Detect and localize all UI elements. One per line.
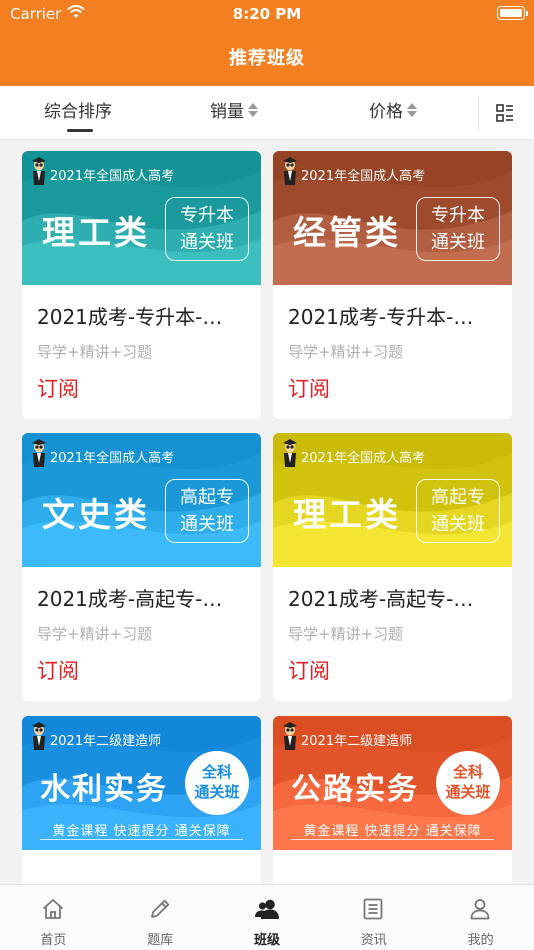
tab-profile[interactable]: 我的	[427, 885, 534, 950]
package-label-line: 全科	[201, 763, 232, 781]
course-banner: 2021年全国成人高考 理工类 专升本 通关班	[22, 151, 261, 285]
package-label-line: 通关班	[180, 232, 234, 253]
package-label-line: 通关班	[445, 783, 491, 801]
sort-comprehensive-tab[interactable]: 综合排序	[44, 86, 112, 140]
sort-comprehensive-label: 综合排序	[44, 102, 112, 122]
subscribe-button[interactable]: 订阅	[288, 373, 330, 403]
course-title: 2021成考-高起专-…	[288, 587, 474, 611]
course-card[interactable]: 2021年二级建造师 水利实务 全科 通关班 黄金课程 快速提分 通关保障	[22, 716, 261, 884]
mascot-icon	[283, 439, 297, 467]
package-label-line: 高起专	[431, 487, 485, 508]
course-tagline: 2021年全国成人高考	[301, 451, 426, 466]
course-card[interactable]: 2021年全国成人高考 理工类 高起专 通关班 2021成考-高起专-… 导学+精讲+习题…	[273, 433, 512, 701]
package-label-line: 全科	[452, 763, 483, 781]
course-tagline: 2021年二级建造师	[50, 734, 162, 749]
course-banner: 2021年全国成人高考 经管类 专升本 通关班	[273, 151, 512, 285]
tab-bar: 首页 题库 班级 资讯 我的	[0, 884, 534, 950]
package-label-line: 通关班	[194, 783, 240, 801]
banner-title: 经管类	[293, 213, 401, 252]
course-tagline: 2021年全国成人高考	[301, 169, 426, 184]
mascot-icon	[32, 439, 46, 467]
news-icon	[363, 898, 383, 920]
slogan-underline	[291, 839, 494, 840]
banner-title: 理工类	[42, 213, 150, 252]
package-label-line: 专升本	[431, 205, 485, 226]
course-card[interactable]: 2021年全国成人高考 理工类 专升本 通关班 2021成考-专升本-… 导学+精讲+习题…	[22, 151, 261, 419]
course-title: 2021成考-专升本-…	[37, 305, 223, 329]
package-label-line: 通关班	[180, 514, 234, 535]
sort-price-tab[interactable]: 价格	[369, 86, 417, 140]
course-grid: 2021年全国成人高考 理工类 专升本 通关班 2021成考-专升本-… 导学+精讲+习题…	[0, 141, 534, 884]
sort-sales-label: 销量	[210, 102, 244, 122]
course-card[interactable]: 2021年全国成人高考 经管类 专升本 通关班 2021成考-专升本-… 导学+精讲+习题…	[273, 151, 512, 419]
mascot-icon	[32, 722, 46, 750]
course-card[interactable]: 2021年二级建造师 公路实务 全科 通关班 黄金课程 快速提分 通关保障	[273, 716, 512, 884]
package-label-line: 通关班	[431, 514, 485, 535]
tab-question-bank[interactable]: 题库	[107, 885, 214, 950]
home-icon	[42, 899, 64, 919]
sort-arrows-icon	[407, 103, 417, 117]
status-time: 8:20 PM	[232, 5, 302, 23]
sort-sales-tab[interactable]: 销量	[210, 86, 258, 140]
subscribe-button[interactable]: 订阅	[37, 655, 79, 685]
mascot-icon	[283, 157, 297, 185]
course-title: 2021成考-高起专-…	[37, 587, 223, 611]
course-banner: 2021年全国成人高考 理工类 高起专 通关班	[273, 433, 512, 567]
package-label: 全科 通关班	[185, 751, 249, 815]
course-tagline: 2021年二级建造师	[301, 734, 413, 749]
profile-icon	[470, 899, 490, 920]
tab-class-label: 班级	[253, 933, 280, 948]
banner-title: 公路实务	[291, 772, 419, 807]
course-card[interactable]: 2021年全国成人高考 文史类 高起专 通关班 2021成考-高起专-… 导学+精讲+习题…	[22, 433, 261, 701]
course-subtitle: 导学+精讲+习题	[288, 625, 404, 643]
nav-header: Carrier 8:20 PM 推荐班级	[0, 0, 534, 86]
course-banner: 2021年二级建造师 水利实务 全科 通关班 黄金课程 快速提分 通关保障	[22, 716, 261, 850]
tab-question-bank-label: 题库	[147, 933, 174, 948]
divider	[478, 96, 479, 130]
banner-slogan: 黄金课程 快速提分 通关保障	[52, 824, 231, 839]
course-tagline: 2021年全国成人高考	[50, 169, 175, 184]
tab-class[interactable]: 班级	[214, 885, 321, 950]
banner-title: 水利实务	[40, 772, 168, 807]
package-label-line: 专升本	[180, 205, 234, 226]
mascot-icon	[283, 722, 297, 750]
course-subtitle: 导学+精讲+习题	[288, 343, 404, 361]
tab-profile-label: 我的	[467, 933, 494, 948]
course-subtitle: 导学+精讲+习题	[37, 625, 153, 643]
package-label-line: 高起专	[180, 487, 234, 508]
status-bar: Carrier 8:20 PM	[0, 0, 534, 28]
pencil-icon	[150, 899, 169, 918]
tab-home-label: 首页	[40, 933, 67, 948]
class-icon	[254, 899, 279, 919]
course-tagline: 2021年全国成人高考	[50, 451, 175, 466]
course-title: 2021成考-专升本-…	[288, 305, 474, 329]
tab-news[interactable]: 资讯	[320, 885, 427, 950]
battery-icon	[497, 6, 528, 20]
package-label-line: 通关班	[431, 232, 485, 253]
course-banner: 2021年全国成人高考 文史类 高起专 通关班	[22, 433, 261, 567]
banner-title: 理工类	[293, 495, 401, 534]
sort-bar: 综合排序 销量 价格	[0, 86, 534, 140]
package-label: 高起专 通关班	[416, 479, 500, 543]
page-title: 推荐班级	[229, 48, 305, 69]
mascot-icon	[32, 157, 46, 185]
sort-price-label: 价格	[369, 102, 403, 122]
package-label: 专升本 通关班	[416, 197, 500, 261]
package-label: 全科 通关班	[436, 751, 500, 815]
banner-slogan: 黄金课程 快速提分 通关保障	[303, 824, 482, 839]
sort-arrows-icon	[248, 103, 258, 117]
package-label: 高起专 通关班	[165, 479, 249, 543]
course-subtitle: 导学+精讲+习题	[37, 343, 153, 361]
course-banner: 2021年二级建造师 公路实务 全科 通关班 黄金课程 快速提分 通关保障	[273, 716, 512, 850]
tab-home[interactable]: 首页	[0, 885, 107, 950]
subscribe-button[interactable]: 订阅	[37, 373, 79, 403]
package-label: 专升本 通关班	[165, 197, 249, 261]
slogan-underline	[40, 839, 243, 840]
banner-title: 文史类	[42, 495, 150, 534]
list-layout-icon[interactable]	[496, 104, 514, 122]
subscribe-button[interactable]: 订阅	[288, 655, 330, 685]
tab-news-label: 资讯	[360, 933, 387, 948]
